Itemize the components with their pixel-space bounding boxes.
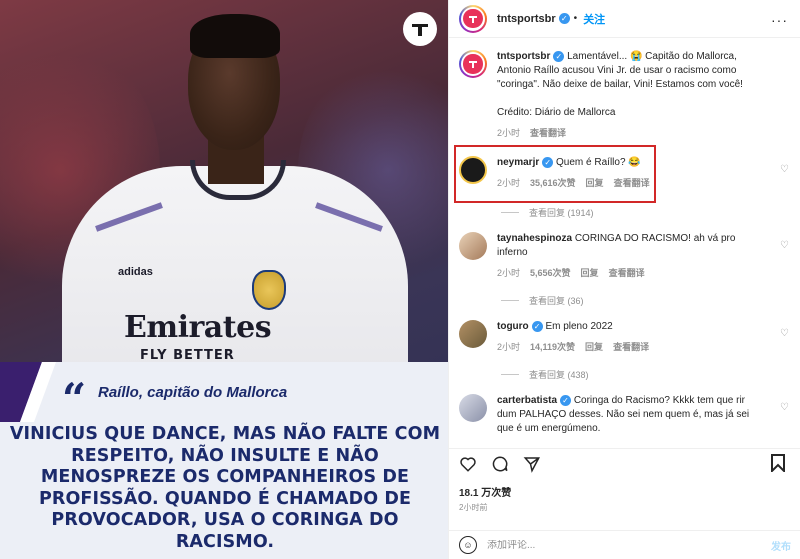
view-replies-label: 查看回复 (1914)	[529, 208, 594, 218]
replies-line	[501, 374, 519, 375]
comments-list: tntsportsbr ✓ Lamentável... 😭 Capitão do …	[449, 38, 800, 440]
verified-icon: ✓	[560, 394, 572, 406]
instagram-post-view: adidas Emirates FLY BETTER “ Raíllo, cap…	[0, 0, 800, 559]
separator-dot: •	[573, 13, 578, 24]
verified-icon: ✓	[558, 13, 570, 24]
avatar[interactable]	[459, 50, 487, 78]
player-hair	[190, 14, 280, 58]
quote-text: VINICIUS QUE DANCE, MAS NÃO FALTE COM RE…	[9, 424, 441, 552]
heart-icon[interactable]: ♡	[780, 328, 789, 339]
replies-line	[501, 300, 519, 301]
post-actions	[449, 448, 800, 478]
caption: tntsportsbr ✓ Lamentável... 😭 Capitão do …	[459, 50, 791, 140]
reply-button[interactable]: 回复	[585, 340, 603, 354]
post-comment-button[interactable]: 发布	[771, 538, 791, 553]
avatar[interactable]	[459, 320, 487, 348]
club-crest	[252, 270, 286, 310]
view-replies-button[interactable]: 查看回复 (1914)	[501, 206, 594, 219]
comment-icon[interactable]	[491, 455, 509, 473]
post-image: adidas Emirates FLY BETTER “ Raíllo, cap…	[0, 0, 448, 559]
caption-credit: Crédito: Diário de Mallorca	[497, 107, 616, 118]
avatar[interactable]	[459, 232, 487, 260]
comment-item: taynahespinoza CORINGA DO RACISMO! ah vá…	[459, 232, 791, 280]
reply-button[interactable]: 回复	[581, 266, 599, 280]
heart-icon[interactable]: ♡	[780, 240, 789, 251]
post-time: 2小时前	[459, 503, 488, 512]
post-header: tntsportsbr ✓ • 关注 ···	[449, 0, 800, 38]
like-count[interactable]: 18.1 万次赞	[459, 484, 511, 499]
comment-item: carterbatista ✓ Coringa do Racismo? Kkkk …	[459, 394, 791, 436]
heart-icon[interactable]: ♡	[780, 402, 789, 413]
add-comment-bar: ☺ 发布	[449, 530, 800, 559]
verified-icon: ✓	[553, 50, 565, 62]
comment-username[interactable]: taynahespinoza	[497, 233, 572, 244]
comment-time[interactable]: 2小时	[497, 340, 520, 354]
comment-time[interactable]: 2小时	[497, 266, 520, 280]
view-replies-label: 查看回复 (438)	[529, 370, 589, 380]
verified-icon: ✓	[531, 320, 543, 332]
comment-username[interactable]: toguro	[497, 321, 529, 332]
replies-line	[501, 212, 519, 213]
shirt-sponsor-sub: FLY BETTER	[140, 348, 235, 363]
save-icon[interactable]	[770, 454, 786, 472]
comment-item: toguro ✓ Em pleno 2022 2小时 14,119次赞 回复 查看…	[459, 320, 791, 354]
emoji-icon[interactable]: ☺	[459, 536, 477, 554]
highlight-box	[454, 145, 656, 203]
more-options-icon[interactable]: ···	[771, 12, 788, 28]
comment-likes[interactable]: 5,656次赞	[530, 266, 571, 280]
like-icon[interactable]	[459, 455, 477, 473]
shirt-sponsor: Emirates	[124, 310, 272, 345]
share-icon[interactable]	[523, 455, 541, 473]
view-replies-button[interactable]: 查看回复 (438)	[501, 368, 589, 381]
avatar[interactable]	[459, 394, 487, 422]
heart-icon[interactable]: ♡	[780, 164, 789, 175]
shirt-logo: adidas	[118, 266, 153, 278]
comment-likes[interactable]: 14,119次赞	[530, 340, 575, 354]
caption-time[interactable]: 2小时	[497, 126, 520, 140]
comment-text: Em pleno 2022	[545, 321, 613, 332]
post-username[interactable]: tntsportsbr	[497, 13, 556, 25]
quote-icon: “	[62, 374, 87, 423]
avatar[interactable]	[459, 4, 487, 33]
comments-sidebar: tntsportsbr ✓ • 关注 ··· tntsportsbr ✓ Lame…	[448, 0, 800, 559]
translate-button[interactable]: 查看翻译	[609, 266, 645, 280]
caption-username[interactable]: tntsportsbr	[497, 51, 550, 62]
view-replies-button[interactable]: 查看回复 (36)	[501, 294, 584, 307]
view-replies-label: 查看回复 (36)	[529, 296, 584, 306]
comment-input[interactable]	[487, 539, 771, 551]
follow-button[interactable]: 关注	[583, 11, 605, 27]
translate-button[interactable]: 查看翻译	[530, 126, 566, 140]
quote-author: Raíllo, capitão do Mallorca	[98, 384, 288, 401]
comment-username[interactable]: carterbatista	[497, 395, 557, 406]
tnt-logo-icon	[403, 12, 437, 46]
translate-button[interactable]: 查看翻译	[613, 340, 649, 354]
